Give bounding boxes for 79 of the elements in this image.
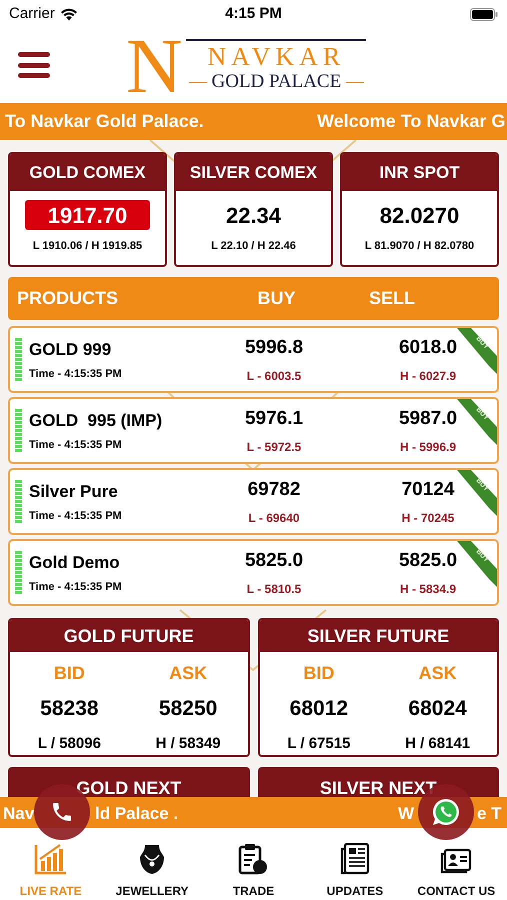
column-header: SELL	[368, 287, 416, 310]
carrier-label: Carrier	[9, 4, 55, 24]
logo-letter: N	[126, 30, 182, 102]
nav-tab[interactable]: UPDATES	[326, 843, 384, 900]
high-price: H - 6027.9	[400, 368, 456, 386]
buy-price: 5976.1	[244, 406, 304, 431]
clipboard-icon	[238, 843, 268, 875]
nav-tab[interactable]: JEWELLERY	[116, 843, 189, 900]
update-time: Time - 4:15:35 PM	[29, 438, 123, 453]
high-low-range: L 1910.06 / H 1919.85	[32, 239, 144, 254]
column-header: BUY	[256, 287, 296, 310]
sell-price: 5987.0	[398, 406, 458, 431]
card-title: SILVER FUTURE	[260, 620, 497, 652]
product-name: GOLD 995 (IMP)	[29, 410, 164, 432]
signal-bars-icon	[15, 338, 22, 382]
low-price: L - 6003.5	[246, 368, 302, 386]
ask-price: 68024	[407, 696, 468, 722]
card-title: SILVER NEXT	[320, 777, 437, 797]
ask-price: 58250	[158, 696, 218, 722]
card-title: GOLD FUTURE	[10, 620, 248, 652]
rate-value: 22.34	[224, 202, 282, 230]
bid-price: 58238	[39, 696, 100, 722]
buy-price: 5825.0	[244, 548, 304, 573]
signal-bars-icon	[15, 408, 22, 452]
low-price: L - 69640	[248, 510, 300, 528]
signal-bars-icon	[15, 480, 22, 524]
low-price: L / 67515	[286, 734, 352, 754]
phone-icon	[50, 800, 74, 824]
bid-price: 68012	[288, 696, 350, 722]
ticker-text: W	[398, 803, 414, 825]
buy-price: 69782	[248, 478, 300, 502]
low-price: L - 5972.5	[246, 439, 302, 456]
wifi-icon	[60, 8, 78, 20]
rate-value: 82.0270	[378, 202, 460, 230]
update-time: Time - 4:15:35 PM	[29, 509, 123, 524]
nav-tab[interactable]: CONTACT US	[417, 843, 496, 900]
ticker-text: Welcome To Navkar G	[317, 110, 506, 133]
bar-chart-icon	[34, 843, 68, 875]
brand-subtitle: GOLD PALACE	[212, 71, 342, 93]
column-label: BID	[52, 662, 86, 685]
high-price: H / 68141	[404, 734, 472, 754]
nav-tab[interactable]: TRADE	[232, 843, 274, 900]
column-label: BID	[302, 662, 336, 685]
high-low-range: L 22.10 / H 22.46	[210, 239, 297, 254]
sell-price: 70124	[402, 478, 454, 502]
column-label: ASK	[168, 662, 208, 685]
clock-time: 4:15 PM	[225, 4, 282, 24]
high-price: H / 58349	[154, 734, 222, 754]
high-price: H - 5834.9	[400, 581, 456, 598]
low-price: L - 5810.5	[246, 581, 302, 598]
newspaper-icon	[340, 843, 370, 875]
buy-price: 5996.8	[244, 336, 304, 360]
column-label: ASK	[418, 662, 458, 685]
high-price: H - 70245	[402, 510, 454, 528]
ticker-text: To Navkar Gold Palace.	[5, 110, 204, 133]
sell-price: 6018.0	[398, 336, 458, 360]
ticker-text: e T	[477, 803, 502, 825]
brand-name: NAVKAR	[207, 43, 346, 71]
column-header: PRODUCTS	[16, 287, 120, 310]
signal-bars-icon	[15, 550, 22, 594]
product-name: Gold Demo	[29, 552, 121, 574]
rate-value: 1917.70	[25, 200, 150, 230]
high-low-range: L 81.9070 / H 82.0780	[364, 239, 476, 254]
card-title: INR SPOT	[342, 154, 497, 191]
battery-icon	[470, 8, 498, 20]
product-name: GOLD 999	[29, 338, 112, 360]
chat-bubble-icon	[430, 796, 462, 828]
update-time: Time - 4:15:35 PM	[29, 580, 123, 595]
card-title: GOLD NEXT	[76, 777, 182, 797]
card-title: SILVER COMEX	[176, 154, 331, 191]
ticker-text: Nav	[3, 803, 34, 825]
card-title: GOLD COMEX	[10, 154, 165, 191]
ticker-text: ld Palace .	[95, 803, 178, 825]
high-price: H - 5996.9	[400, 439, 456, 456]
menu-button[interactable]	[18, 52, 50, 78]
sell-price: 5825.0	[398, 548, 458, 573]
product-name: Silver Pure	[29, 480, 119, 502]
update-time: Time - 4:15:35 PM	[29, 367, 123, 382]
low-price: L / 58096	[36, 734, 102, 754]
